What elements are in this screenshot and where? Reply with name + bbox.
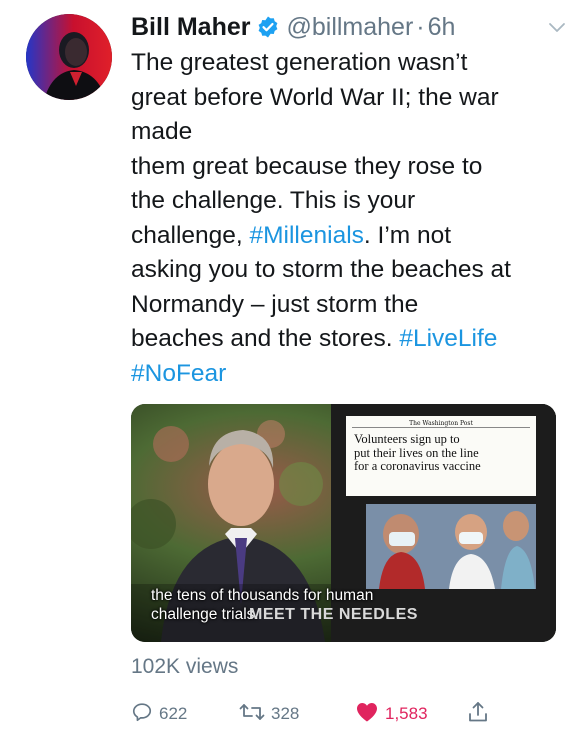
tweet-text-line: the challenge. This is your	[131, 184, 561, 219]
tweet-text-segment: the challenge. This is your	[131, 187, 416, 214]
hashtag-link[interactable]: #Millenials	[250, 222, 364, 249]
tweet-text-line: great before World War II; the war	[131, 81, 561, 116]
newspaper-masthead: The Washington Post	[352, 416, 530, 428]
tweet-actions: 622 328 1,583	[131, 700, 551, 728]
tweet-text-segment: Normandy – just storm the	[131, 290, 419, 318]
avatar[interactable]	[26, 14, 112, 100]
reply-count: 622	[159, 704, 188, 723]
heart-icon	[355, 701, 379, 728]
headline-line: put their lives on the line	[354, 445, 479, 460]
tweet-text-segment: The greatest generation wasn’t	[131, 49, 468, 76]
tweet-text-line: The greatest generation wasn’t	[131, 46, 561, 81]
reply-button[interactable]: 622	[131, 700, 187, 728]
hashtag-link[interactable]: #LiveLife	[399, 325, 497, 352]
retweet-button[interactable]: 328	[239, 700, 299, 728]
caption-line: the tens of thousands for human	[151, 587, 374, 604]
timestamp[interactable]: 6h	[428, 13, 456, 42]
user-handle[interactable]: @billmaher	[286, 13, 413, 42]
tweet-header: Bill Maher @billmaher · 6h	[131, 10, 564, 44]
tweet-text-segment: made	[131, 118, 193, 145]
display-name[interactable]: Bill Maher	[131, 13, 250, 42]
newspaper-headline: Volunteers sign up to put their lives on…	[346, 428, 536, 474]
tweet-text-line: made	[131, 115, 561, 150]
video-title-overlay: MEET THE NEEDLES	[249, 606, 418, 623]
headline-line: for a coronavirus vaccine	[354, 459, 481, 473]
retweet-icon	[239, 701, 265, 728]
tweet-text-segment: . I’m not	[363, 221, 452, 249]
tweet-text-line: Normandy – just storm the	[131, 288, 561, 323]
separator-dot: ·	[416, 12, 425, 41]
video-player[interactable]: The Washington Post Volunteers sign up t…	[131, 404, 556, 642]
retweet-count: 328	[271, 704, 300, 723]
tweet-text-line: #NoFear	[131, 357, 561, 392]
tweet-text-line: challenge, #Millenials. I’m not	[131, 219, 561, 254]
headline-line: Volunteers sign up to	[354, 432, 460, 446]
tweet-text-segment: challenge,	[131, 221, 250, 249]
view-count: 102K views	[131, 655, 239, 678]
hashtag-link[interactable]: #NoFear	[131, 360, 226, 387]
tweet-text-segment: great before World War II; the war	[131, 83, 499, 111]
verified-badge-icon	[256, 15, 280, 39]
tweet-text-segment: them great because they rose to	[131, 152, 483, 180]
tweet-text-segment: asking you to storm the beaches at	[131, 256, 511, 283]
chevron-down-icon[interactable]	[546, 16, 568, 38]
tweet-text: The greatest generation wasn’t great befo…	[131, 46, 561, 391]
tweet-text-segment: beaches and the stores.	[131, 325, 400, 352]
avatar-image	[26, 14, 112, 100]
tweet-text-line: asking you to storm the beaches at	[131, 253, 561, 288]
share-button[interactable]	[467, 700, 489, 728]
reply-icon	[131, 701, 153, 728]
tweet-text-line: beaches and the stores. #LiveLife	[131, 322, 561, 357]
newspaper-clipping: The Washington Post Volunteers sign up t…	[346, 416, 536, 496]
like-count: 1,583	[385, 704, 428, 723]
tweet-text-line: them great because they rose to	[131, 150, 561, 185]
share-icon	[467, 700, 489, 729]
like-button[interactable]: 1,583	[355, 700, 428, 728]
